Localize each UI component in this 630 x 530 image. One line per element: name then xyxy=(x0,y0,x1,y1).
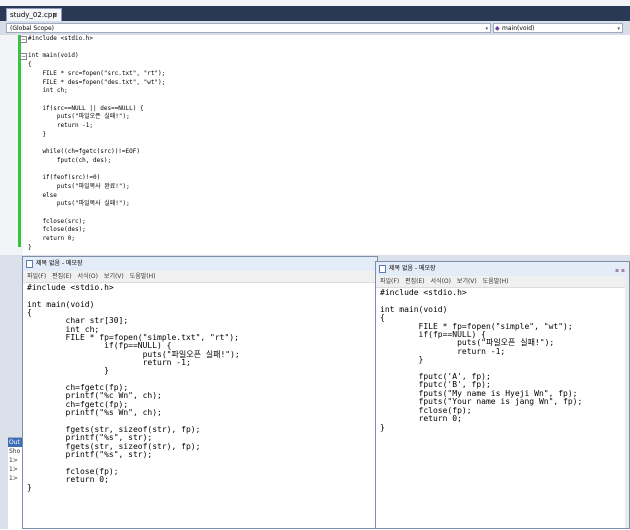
notepad-icon xyxy=(379,265,386,273)
window-title: 제목 없음 - 메모장 xyxy=(36,260,83,267)
member-dropdown[interactable]: ◆ main(void) ▾ xyxy=(493,23,623,33)
function-icon: ◆ xyxy=(495,25,500,32)
output-panel[interactable]: Out Sho 1> 1> 1> xyxy=(8,437,22,530)
scope-label: (Global Scope) xyxy=(10,25,55,32)
collapse-icon[interactable]: − xyxy=(20,36,27,43)
menu-file[interactable]: 파일(F) xyxy=(380,278,399,285)
chevron-down-icon: ▾ xyxy=(485,26,488,32)
notepad-text-area[interactable]: #include <stdio.h> int main(void) { FILE… xyxy=(380,288,582,432)
notepad-window-left[interactable]: 제목 없음 - 메모장 파일(F) 편집(E) 서식(O) 보기(V) 도움말(… xyxy=(22,256,378,529)
output-line: 1> xyxy=(9,457,18,464)
document-tab-bar: study_02.cpp × xyxy=(0,6,630,21)
change-indicator-bar xyxy=(18,35,21,247)
notepad-title-bar[interactable]: 제목 없음 - 메모장 ▪ ▪ xyxy=(376,262,629,277)
output-line: 1> xyxy=(9,466,18,473)
menu-format[interactable]: 서식(O) xyxy=(431,278,451,285)
chevron-down-icon: ▾ xyxy=(617,26,620,32)
menu-edit[interactable]: 편집(E) xyxy=(52,273,72,280)
menu-help[interactable]: 도움말(H) xyxy=(130,273,156,280)
menu-edit[interactable]: 편집(E) xyxy=(405,278,425,285)
scope-dropdown[interactable]: (Global Scope) ▾ xyxy=(6,23,491,33)
menu-view[interactable]: 보기(V) xyxy=(104,273,124,280)
window-edge xyxy=(625,276,629,528)
output-tab[interactable]: Out xyxy=(8,438,22,447)
notepad-icon xyxy=(26,260,33,268)
tab-label: study_02.cpp xyxy=(10,11,57,19)
output-line: 1> xyxy=(9,475,18,482)
menu-help[interactable]: 도움말(H) xyxy=(483,278,509,285)
editor-gutter xyxy=(0,35,18,255)
menu-bar: 파일(F) 편집(E) 서식(O) 보기(V) 도움말(H) xyxy=(23,271,377,283)
collapse-icon[interactable]: − xyxy=(20,53,27,60)
menu-file[interactable]: 파일(F) xyxy=(27,273,46,280)
code-text[interactable]: #include <stdio.h> int main(void) { FILE… xyxy=(28,35,165,253)
member-label: main(void) xyxy=(502,25,535,32)
show-output-label: Sho xyxy=(9,448,21,455)
tab-study-02-cpp[interactable]: study_02.cpp × xyxy=(6,8,62,21)
window-title: 제목 없음 - 메모장 xyxy=(389,265,436,272)
notepad-title-bar[interactable]: 제목 없음 - 메모장 xyxy=(23,257,377,272)
menu-view[interactable]: 보기(V) xyxy=(457,278,477,285)
menu-format[interactable]: 서식(O) xyxy=(78,273,98,280)
close-icon[interactable]: × xyxy=(52,9,58,21)
navigation-bar: (Global Scope) ▾ ◆ main(void) ▾ xyxy=(0,21,630,35)
menu-bar: 파일(F) 편집(E) 서식(O) 보기(V) 도움말(H) xyxy=(376,276,629,288)
notepad-window-right[interactable]: 제목 없음 - 메모장 ▪ ▪ 파일(F) 편집(E) 서식(O) 보기(V) … xyxy=(375,261,630,529)
notepad-text-area[interactable]: #include <stdio.h> int main(void) { char… xyxy=(27,283,240,493)
